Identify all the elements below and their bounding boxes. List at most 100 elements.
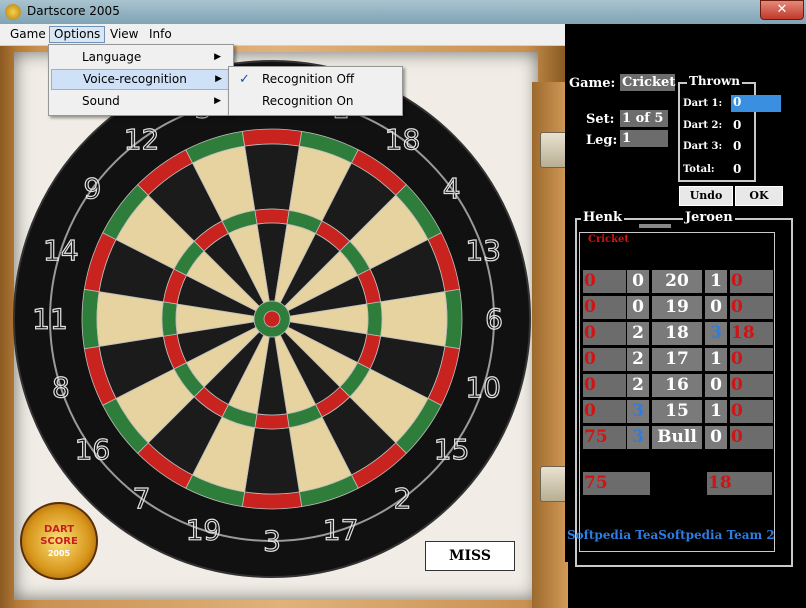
right-total: 18 xyxy=(707,472,772,495)
board-number: 9 xyxy=(83,172,101,205)
board-number: 8 xyxy=(52,371,70,404)
cricket-label: Cricket xyxy=(587,234,631,245)
cricket-left-score: 75 xyxy=(583,426,626,449)
cricket-left-mark: 3 xyxy=(627,426,649,449)
bullseye[interactable] xyxy=(263,310,281,328)
menu-item-sound-label: Sound xyxy=(82,94,120,108)
board-number: 19 xyxy=(186,514,222,547)
leg-label: Leg: xyxy=(586,133,618,148)
cricket-target-number: 16 xyxy=(652,374,702,397)
set-value: 1 of 5 xyxy=(620,110,668,127)
cricket-left-score: 0 xyxy=(583,348,626,371)
board-number: 18 xyxy=(385,123,421,156)
board-number: 6 xyxy=(485,303,503,336)
cricket-right-score: 0 xyxy=(730,426,773,449)
options-menu: Language ▶ Voice-recognition ▶ Sound ▶ xyxy=(48,44,234,116)
dart-2-label: Dart 2: xyxy=(683,120,723,131)
board-number: 14 xyxy=(43,234,79,267)
cricket-right-mark: 1 xyxy=(705,270,727,293)
menu-item-voice-label: Voice-recognition xyxy=(83,72,187,86)
board-segment[interactable] xyxy=(254,208,290,225)
board-number: 7 xyxy=(133,482,151,515)
cricket-target-number: 19 xyxy=(652,296,702,319)
menu-item-language[interactable]: Language ▶ xyxy=(51,47,229,68)
cricket-right-mark: 0 xyxy=(705,296,727,319)
board-segment[interactable] xyxy=(366,301,383,337)
cricket-right-score: 0 xyxy=(730,374,773,397)
board-segment[interactable] xyxy=(241,491,303,510)
cricket-left-mark: 2 xyxy=(627,348,649,371)
submenu-item-recognition-on[interactable]: Recognition On xyxy=(231,91,398,112)
cricket-left-mark: 0 xyxy=(627,296,649,319)
cricket-left-score: 0 xyxy=(583,296,626,319)
active-player-indicator xyxy=(639,224,671,228)
submenu-label-on: Recognition On xyxy=(262,94,354,108)
menu-item-language-label: Language xyxy=(82,50,142,64)
board-number: 12 xyxy=(124,123,160,156)
dart-1-input[interactable]: 0 xyxy=(731,95,781,112)
board-segment[interactable] xyxy=(254,413,290,430)
close-button[interactable]: ✕ xyxy=(760,0,804,20)
logo-line-2: SCORE xyxy=(40,536,78,547)
cricket-left-mark: 3 xyxy=(627,400,649,423)
dart-3-value[interactable]: 0 xyxy=(733,139,741,153)
checkmark-icon: ✓ xyxy=(239,72,250,87)
board-number: 13 xyxy=(465,234,501,267)
window-title: Dartscore 2005 xyxy=(27,4,120,18)
cricket-right-score: 0 xyxy=(730,270,773,293)
title-bar: Dartscore 2005 ✕ xyxy=(0,0,806,24)
cricket-left-mark: 2 xyxy=(627,322,649,345)
cricket-right-mark: 1 xyxy=(705,348,727,371)
board-segment[interactable] xyxy=(444,288,463,350)
cricket-left-score: 0 xyxy=(583,322,626,345)
board-number: 11 xyxy=(32,303,68,336)
miss-button[interactable]: MISS xyxy=(425,541,515,571)
player-left-name: Henk xyxy=(581,210,625,225)
dart-2-value[interactable]: 0 xyxy=(733,118,741,132)
cricket-right-score: 0 xyxy=(730,296,773,319)
undo-button[interactable]: Undo xyxy=(679,186,733,206)
dartscore-logo: DART SCORE 2005 xyxy=(20,502,98,580)
thrown-title: Thrown xyxy=(687,74,743,88)
menu-game[interactable]: Game xyxy=(6,26,50,43)
board-segment[interactable] xyxy=(161,301,178,337)
cricket-right-score: 0 xyxy=(730,400,773,423)
board-segment[interactable] xyxy=(81,288,100,350)
submenu-label-off: Recognition Off xyxy=(262,72,355,86)
board-number: 16 xyxy=(75,433,111,466)
menu-info[interactable]: Info xyxy=(145,26,176,43)
total-label: Total: xyxy=(683,164,715,175)
dartboard-graphic[interactable]: 2011841361015217319716811149125 xyxy=(13,60,531,578)
left-total: 75 xyxy=(583,472,650,495)
score-panel: Game: Cricket Set: 1 of 5 Leg: 1 Thrown … xyxy=(565,24,806,567)
cricket-right-mark: 3 xyxy=(705,322,727,345)
ok-button[interactable]: OK xyxy=(735,186,783,206)
voice-recognition-submenu: ✓ Recognition Off Recognition On xyxy=(228,66,403,116)
chevron-right-icon: ▶ xyxy=(214,52,221,62)
cricket-right-score: 18 xyxy=(730,322,773,345)
menu-view[interactable]: View xyxy=(106,26,142,43)
submenu-item-recognition-off[interactable]: ✓ Recognition Off xyxy=(231,69,398,90)
cricket-right-mark: 0 xyxy=(705,426,727,449)
cricket-target-number: 15 xyxy=(652,400,702,423)
board-number: 10 xyxy=(465,371,501,404)
board-number: 15 xyxy=(434,433,470,466)
cricket-right-score: 0 xyxy=(730,348,773,371)
dart-3-label: Dart 3: xyxy=(683,141,723,152)
board-segment[interactable] xyxy=(241,128,303,147)
menu-options[interactable]: Options xyxy=(49,26,106,43)
cricket-left-score: 0 xyxy=(583,400,626,423)
logo-line-1: DART xyxy=(43,524,75,535)
team-names: Softpedia TeaSoftpedia Team 2 xyxy=(567,528,775,542)
dart-1-label: Dart 1: xyxy=(683,98,723,109)
menu-item-sound[interactable]: Sound ▶ xyxy=(51,91,229,112)
game-value: Cricket xyxy=(620,74,676,91)
cricket-left-mark: 2 xyxy=(627,374,649,397)
board-number: 2 xyxy=(394,482,412,515)
cricket-target-number: 18 xyxy=(652,322,702,345)
board-number: 4 xyxy=(443,172,461,205)
game-label: Game: xyxy=(569,76,616,91)
menu-item-voice-recognition[interactable]: Voice-recognition ▶ xyxy=(51,69,231,90)
cricket-left-score: 0 xyxy=(583,270,626,293)
total-value: 0 xyxy=(733,162,742,176)
